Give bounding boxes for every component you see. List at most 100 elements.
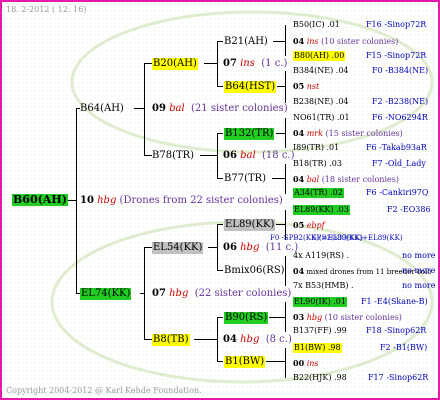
connector bbox=[68, 200, 76, 201]
g4-ref: F18 -Sinop62R bbox=[366, 326, 427, 335]
g2-b-species: bal bbox=[240, 150, 256, 161]
connector bbox=[144, 247, 145, 339]
g4-id[interactable]: EL90(IK) bbox=[294, 297, 331, 306]
header-date: 18. 2-2012 ( 12: 16) bbox=[6, 5, 87, 14]
g4-row: EL90(IK) .01 bbox=[293, 297, 347, 307]
g2-b-note: (18 c.) bbox=[262, 150, 295, 161]
g4-ref: no more bbox=[402, 266, 436, 275]
connector bbox=[144, 339, 152, 340]
g3-d1-id[interactable]: B90(RS) bbox=[224, 312, 269, 324]
g4-species: hbg bbox=[306, 313, 323, 322]
g2-a-note: (1 c.) bbox=[261, 58, 288, 69]
g4-id[interactable]: B18(TR) bbox=[293, 159, 327, 168]
g4-species: bal bbox=[306, 175, 320, 184]
connector bbox=[277, 86, 285, 87]
g4-ref: F17 -Sinop62R bbox=[368, 373, 429, 382]
g4-val: .00 bbox=[331, 51, 345, 60]
g4-row: I89(TR) .01 bbox=[293, 143, 339, 153]
g2-d-id[interactable]: B8(TB) bbox=[152, 334, 190, 346]
g2-c-info: 06 hbg (11 c.) bbox=[223, 242, 298, 254]
g2-a-species: ins bbox=[240, 58, 255, 69]
g4-note: (10 sister colonies) bbox=[321, 37, 399, 46]
g2-b-info: 06 bal (18 c.) bbox=[223, 150, 295, 162]
g4-id[interactable]: B80(AH) bbox=[294, 51, 329, 60]
connector bbox=[144, 155, 152, 156]
connector bbox=[276, 133, 285, 134]
g2-a-id[interactable]: B20(AH) bbox=[152, 58, 198, 70]
g4-ref: F2 -B1(BW) bbox=[380, 343, 428, 352]
g4-gen: 05 bbox=[293, 220, 305, 230]
g3-a1-id[interactable]: B21(AH) bbox=[224, 36, 268, 48]
g3-a2-id[interactable]: B64(HST) bbox=[224, 81, 277, 93]
connector bbox=[217, 178, 223, 179]
g4-mid-row: 04 ins (10 sister colonies) bbox=[293, 36, 398, 47]
g1-upper-note: (21 sister colonies) bbox=[191, 103, 288, 114]
root-info: 10 hbg (Drones from 22 sister colonies) bbox=[80, 195, 283, 207]
g4-id[interactable]: 7x B53(HMB) bbox=[293, 281, 349, 290]
g4-id[interactable]: A34(TR) bbox=[294, 188, 328, 197]
g4-ref: F2 -EO386 bbox=[387, 205, 431, 214]
g4-id[interactable]: I89(TR) bbox=[293, 143, 324, 152]
connector bbox=[272, 178, 285, 179]
g4-species: mrk bbox=[306, 129, 323, 138]
g4-row: B238(NE) .04 bbox=[293, 97, 349, 107]
g4-id[interactable]: B22(HJK) bbox=[293, 373, 331, 382]
g4-val: .04 bbox=[335, 97, 349, 106]
connector bbox=[134, 108, 144, 109]
g4-id[interactable]: B137(FF) bbox=[293, 326, 332, 335]
g4-id[interactable]: NO61(TR) bbox=[293, 113, 334, 122]
g4-note: (10 sister colonies) bbox=[324, 313, 402, 322]
connector bbox=[285, 302, 286, 332]
connector bbox=[217, 133, 223, 134]
g4-val: .01 bbox=[333, 297, 346, 306]
g3-d2-id[interactable]: B1(BW) bbox=[224, 356, 266, 368]
g1-lower-id[interactable]: EL74(KK) bbox=[80, 288, 132, 300]
g4-id[interactable]: 4x A119(RS) bbox=[293, 251, 344, 260]
g2-d-note: (8 c.) bbox=[265, 334, 292, 345]
connector bbox=[285, 256, 286, 286]
g4-gen: 04 bbox=[293, 128, 305, 138]
g4-val: .03 bbox=[336, 205, 349, 214]
connector bbox=[217, 41, 223, 42]
g2-c-id[interactable]: EL54(KK) bbox=[152, 242, 204, 254]
g4-id[interactable]: EL89(KK) bbox=[294, 205, 334, 214]
g4-val: .04 bbox=[335, 66, 349, 75]
connector bbox=[217, 317, 223, 318]
g2-a-gen: 07 bbox=[223, 58, 237, 69]
g4-val: .01 bbox=[336, 113, 350, 122]
g4-ref: no more bbox=[402, 281, 436, 290]
connector bbox=[144, 247, 152, 248]
g4-mid-row: 04 bal (18 sister colonies) bbox=[293, 174, 399, 185]
connector bbox=[217, 224, 218, 271]
g4-ref: F2 -B238(NE) bbox=[372, 97, 429, 106]
g4-ref: F6 -NO6294R bbox=[372, 113, 428, 122]
g3-c2-id[interactable]: Bmix06(RS) bbox=[224, 265, 285, 277]
g4-mid-row: 05 nst bbox=[293, 81, 319, 92]
g3-b1-id[interactable]: B132(TR) bbox=[224, 128, 275, 140]
g4-row: B80(AH) .00 bbox=[293, 51, 346, 61]
g4-mid-row: 00 ins bbox=[293, 358, 319, 369]
g4-id[interactable]: B384(NE) bbox=[293, 66, 333, 75]
g1-upper-id[interactable]: B64(AH) bbox=[80, 103, 124, 115]
connector bbox=[273, 41, 285, 42]
g4-row: 4x A119(RS) . bbox=[293, 251, 349, 261]
g4-val: . bbox=[351, 281, 354, 290]
g4-mid-row: 03 hbg (10 sister colonies) bbox=[293, 312, 402, 323]
connector bbox=[144, 63, 152, 64]
g1-upper-info: 09 bal (21 sister colonies) bbox=[152, 103, 288, 115]
g4-id[interactable]: B238(NE) bbox=[293, 97, 333, 106]
g3-b2-id[interactable]: B77(TR) bbox=[224, 173, 266, 185]
g4-val: .01 bbox=[327, 20, 340, 29]
root-id[interactable]: B60(AH) bbox=[12, 194, 68, 206]
g2-b-id[interactable]: B78(TR) bbox=[152, 150, 194, 162]
connector bbox=[204, 63, 217, 64]
g4-mid-row: 05 ebpf bbox=[293, 220, 325, 231]
g2-d-info: 04 hbg (8 c.) bbox=[223, 334, 292, 346]
g4-id[interactable]: B50(IC) bbox=[293, 20, 325, 29]
g3-c1-id[interactable]: EL89(KK) bbox=[224, 219, 276, 231]
g4-id[interactable]: B1(BW) bbox=[294, 343, 325, 352]
g4-gen: 04 bbox=[293, 266, 305, 276]
g1-lower-info: 07 hbg (22 sister colonies) bbox=[152, 288, 291, 300]
g4-gen: 04 bbox=[293, 36, 305, 46]
g4-row: B50(IC) .01 bbox=[293, 20, 340, 30]
